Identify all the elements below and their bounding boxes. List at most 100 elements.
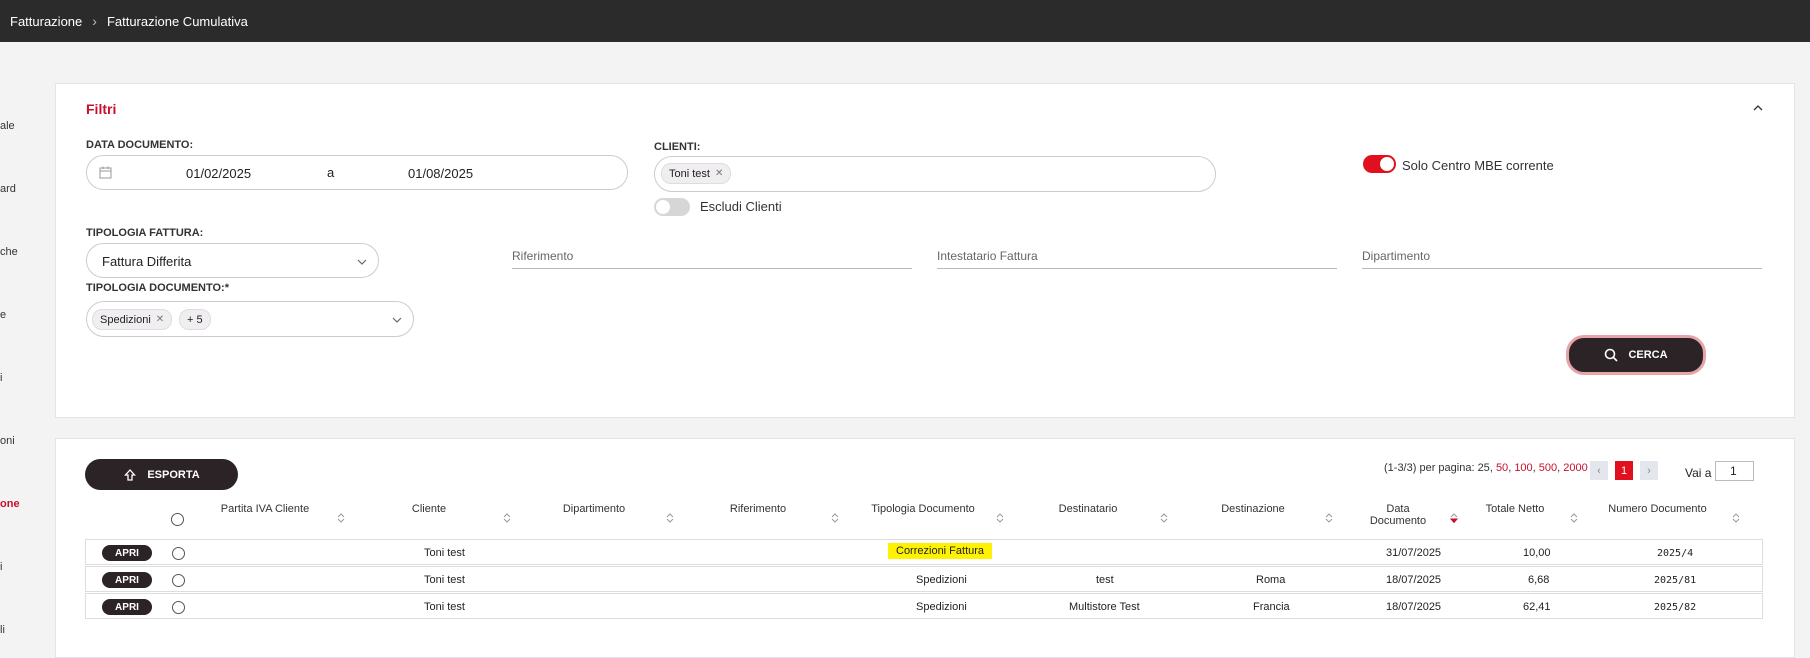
cell-numero: 2025/82 [1654, 602, 1697, 613]
dipartimento-input[interactable]: Dipartimento [1362, 247, 1762, 269]
sidebar-item[interactable]: che [0, 246, 18, 258]
chevron-down-icon [392, 317, 402, 323]
page-size-100[interactable]: 100 [1514, 462, 1532, 474]
sidebar-item[interactable]: i [0, 561, 2, 573]
sort-icon[interactable] [831, 512, 839, 524]
date-separator: a [327, 165, 335, 180]
cell-cliente: Toni test [424, 547, 465, 559]
cell-numero: 2025/4 [1657, 548, 1694, 559]
prev-page-button[interactable]: ‹ [1590, 461, 1608, 480]
cell-tipologia-highlight: Correzioni Fattura [888, 543, 993, 559]
sidebar-item[interactable]: oni [0, 435, 15, 447]
chevron-right-icon: › [1647, 464, 1651, 477]
chevron-up-icon[interactable] [1752, 102, 1764, 114]
esporta-button[interactable]: ESPORTA [85, 459, 238, 490]
vai-a-input[interactable]: 1 [1715, 461, 1754, 481]
sort-icon[interactable] [503, 512, 511, 524]
sidebar-item[interactable]: ale [0, 120, 15, 132]
breadcrumb-fatturazione[interactable]: Fatturazione [10, 14, 82, 29]
sort-icon[interactable] [337, 512, 345, 524]
row-select-radio[interactable] [172, 574, 185, 587]
tipologia-fattura-select[interactable]: Fattura Differita [86, 243, 379, 278]
sort-icon[interactable] [996, 512, 1004, 524]
sidebar-item[interactable]: i [0, 372, 2, 384]
intestatario-input[interactable]: Intestatario Fattura [937, 247, 1337, 269]
page-size-25[interactable]: 25 [1478, 462, 1490, 474]
sidebar-item[interactable]: ard [0, 183, 16, 195]
cerca-label: CERCA [1628, 349, 1668, 361]
client-chip-label: Toni test [669, 167, 710, 180]
sidebar-item[interactable]: li [0, 624, 5, 636]
col-data-documento[interactable]: Data Documento [1367, 503, 1429, 527]
col-destinazione[interactable]: Destinazione [1208, 503, 1298, 515]
cerca-button[interactable]: CERCA [1566, 335, 1706, 375]
filters-panel: Filtri DATA DOCUMENTO: 01/02/2025 a 01/0… [55, 83, 1795, 418]
riferimento-input[interactable]: Riferimento [512, 247, 912, 269]
close-icon[interactable]: ✕ [156, 314, 164, 325]
sort-icon[interactable] [1325, 512, 1333, 524]
doc-chip: Spedizioni ✕ [92, 309, 173, 330]
cell-totale: 6,68 [1528, 574, 1550, 586]
row-select-radio[interactable] [172, 601, 185, 614]
cell-data: 18/07/2025 [1386, 574, 1442, 586]
col-partita-iva[interactable]: Partita IVA Cliente [215, 503, 315, 515]
doc-chip-label: Spedizioni [100, 313, 151, 326]
cell-tipologia: Spedizioni [916, 601, 967, 613]
search-icon [1605, 348, 1619, 362]
col-cliente[interactable]: Cliente [389, 503, 469, 515]
date-range-input[interactable]: 01/02/2025 a 01/08/2025 [86, 155, 628, 190]
doc-more-chip[interactable]: + 5 [179, 309, 211, 330]
cell-data: 31/07/2025 [1386, 547, 1442, 559]
chevron-down-icon [357, 259, 367, 265]
solo-centro-toggle[interactable] [1363, 155, 1396, 173]
sort-desc-icon[interactable] [1450, 512, 1458, 524]
next-page-button[interactable]: › [1640, 461, 1658, 480]
cell-totale: 10,00 [1523, 547, 1551, 559]
close-icon[interactable]: ✕ [715, 168, 723, 179]
col-destinatario[interactable]: Destinatario [1043, 503, 1133, 515]
col-tipologia-documento[interactable]: Tipologia Documento [858, 503, 988, 515]
esporta-label: ESPORTA [147, 468, 200, 481]
col-totale-netto[interactable]: Totale Netto [1475, 503, 1555, 515]
date-from[interactable]: 01/02/2025 [186, 166, 251, 181]
apri-button[interactable]: APRI [102, 599, 152, 615]
page-size-50[interactable]: 50 [1496, 462, 1508, 474]
sort-icon[interactable] [1732, 512, 1740, 524]
sort-icon[interactable] [1570, 512, 1578, 524]
tipologia-documento-select[interactable]: Spedizioni ✕ + 5 [86, 301, 414, 337]
calendar-icon[interactable] [99, 166, 112, 179]
sidebar-item[interactable]: e [0, 309, 6, 321]
date-to[interactable]: 01/08/2025 [408, 166, 473, 181]
select-all-radio[interactable] [171, 513, 184, 526]
sort-icon[interactable] [666, 512, 674, 524]
client-chip: Toni test ✕ [661, 163, 732, 184]
chevron-right-icon: › [92, 13, 97, 29]
col-dipartimento[interactable]: Dipartimento [549, 503, 639, 515]
upload-icon [124, 468, 137, 481]
doc-more-label: + 5 [187, 313, 203, 326]
breadcrumb-fatturazione-cumulativa: Fatturazione Cumulativa [106, 13, 248, 29]
clienti-input[interactable]: Toni test ✕ [654, 156, 1216, 192]
sort-icon[interactable] [1160, 512, 1168, 524]
pager-info: (1-3/3) per pagina: 25, 50, 100, 500, 20… [1384, 462, 1588, 474]
apri-button[interactable]: APRI [102, 545, 152, 561]
pager-count: (1-3/3) per pagina: [1384, 462, 1475, 474]
cell-destinazione: Roma [1256, 574, 1286, 586]
col-numero-documento[interactable]: Numero Documento [1600, 503, 1715, 515]
page-size-2000[interactable]: 2000 [1563, 462, 1587, 474]
col-riferimento[interactable]: Riferimento [713, 503, 803, 515]
current-page-button[interactable]: 1 [1615, 461, 1633, 480]
escludi-clienti-toggle[interactable] [654, 198, 690, 216]
sidebar-item-active[interactable]: one [0, 498, 20, 510]
filters-title: Filtri [86, 101, 117, 117]
page-size-500[interactable]: 500 [1539, 462, 1557, 474]
row-select-radio[interactable] [172, 547, 185, 560]
apri-button[interactable]: APRI [102, 572, 152, 588]
cell-totale: 62,41 [1523, 601, 1551, 613]
cell-tipologia: Correzioni Fattura [888, 543, 993, 559]
chevron-left-icon: ‹ [1597, 464, 1601, 477]
cell-tipologia: Spedizioni [916, 574, 967, 586]
cell-numero: 2025/81 [1654, 575, 1697, 586]
cell-data: 18/07/2025 [1386, 601, 1442, 613]
cell-destinatario: test [1096, 574, 1114, 586]
